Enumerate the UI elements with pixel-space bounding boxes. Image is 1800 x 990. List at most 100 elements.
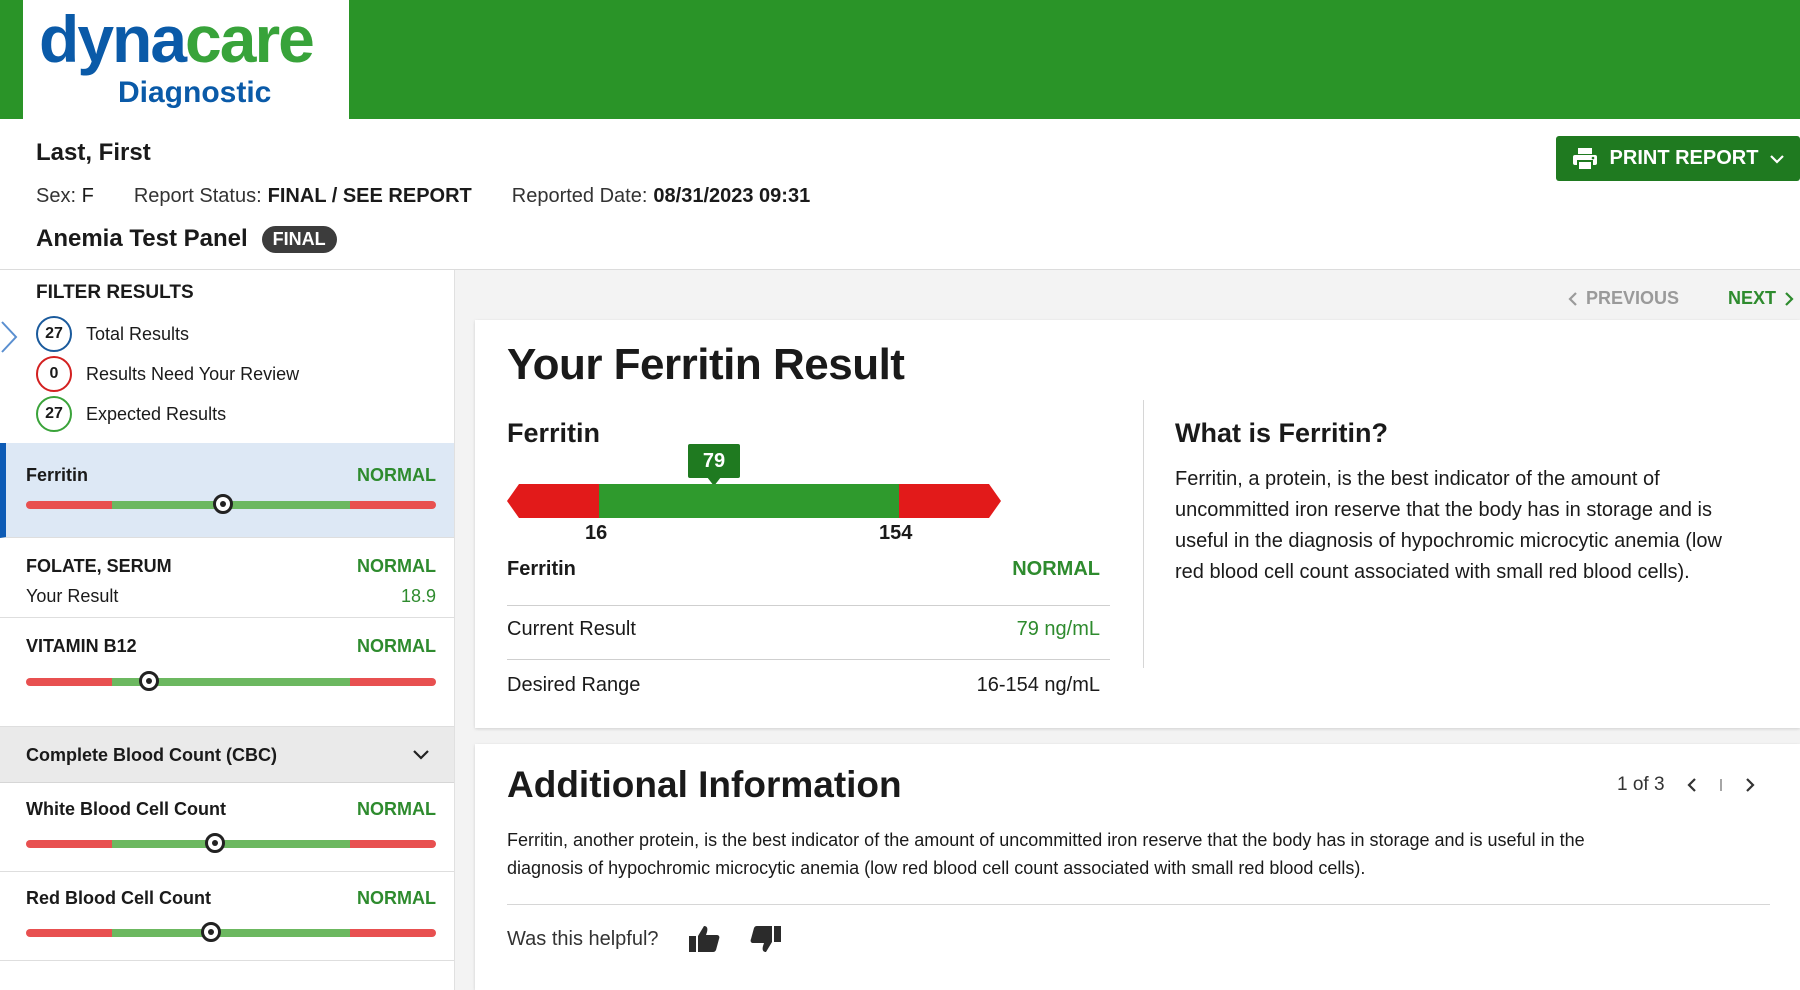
divider xyxy=(507,904,1770,905)
previous-label: PREVIOUS xyxy=(1586,288,1680,308)
range-indicator xyxy=(26,833,436,853)
test-name: White Blood Cell Count xyxy=(26,799,226,819)
filter-label: Results Need Your Review xyxy=(86,363,300,384)
range-normal-segment xyxy=(112,840,350,848)
filter-total-results[interactable]: 27 Total Results xyxy=(36,316,189,352)
column-divider xyxy=(1143,400,1144,668)
additional-info-card: Additional Information 1 of 3 Ferritin, … xyxy=(475,744,1800,990)
test-status: NORMAL xyxy=(357,636,436,656)
results-sidebar: FILTER RESULTS 27 Total Results 0 Result… xyxy=(0,270,455,990)
chevron-right-icon[interactable] xyxy=(1743,777,1757,793)
range-indicator xyxy=(26,922,436,942)
sidebar-item-vitamin-b12[interactable]: VITAMIN B12 NORMAL xyxy=(0,618,454,727)
logo-subtitle: Diagnostic xyxy=(118,76,272,109)
what-is-title: What is Ferritin? xyxy=(1175,418,1389,448)
cbc-group-title: Complete Blood Count (CBC) xyxy=(26,745,277,765)
print-report-button[interactable]: PRINT REPORT xyxy=(1556,136,1800,181)
final-badge: FINAL xyxy=(261,225,337,253)
report-status-value: FINAL / SEE REPORT xyxy=(267,185,472,207)
range-low-segment xyxy=(26,929,112,937)
page-indicator: 1 of 3 xyxy=(1617,774,1665,795)
sex-label: Sex: xyxy=(36,185,77,207)
result-card: Your Ferritin Result Ferritin 79 16 154 … xyxy=(475,320,1800,728)
top-header-bar: dynacare Diagnostic xyxy=(0,0,1800,119)
chevron-left-icon[interactable] xyxy=(1685,777,1699,793)
helpful-label: Was this helpful? xyxy=(507,927,659,950)
reported-date-value: 08/31/2023 09:31 xyxy=(653,185,811,207)
chevron-left-icon xyxy=(1568,291,1577,306)
range-high-segment xyxy=(350,678,436,686)
range-marker xyxy=(212,494,233,514)
patient-header: Last, First Sex: F Report Status: FINAL /… xyxy=(0,119,1800,270)
filter-results-heading: FILTER RESULTS xyxy=(36,282,194,303)
feedback-row: Was this helpful? xyxy=(507,924,783,954)
next-button[interactable]: NEXT xyxy=(1728,288,1794,309)
chevron-down-icon xyxy=(413,750,429,760)
desired-range-label: Desired Range xyxy=(507,674,641,696)
printer-icon xyxy=(1572,147,1597,171)
range-high-segment xyxy=(350,501,436,509)
range-normal-segment xyxy=(112,929,350,937)
result-range-bar xyxy=(507,484,1001,518)
range-low-segment xyxy=(26,678,112,686)
desired-range-row: Desired Range 16-154 ng/mL xyxy=(507,674,1110,704)
current-result-label: Current Result xyxy=(507,618,636,640)
result-value: 18.9 xyxy=(400,586,436,606)
test-status: NORMAL xyxy=(357,888,436,908)
what-is-text: Ferritin, a protein, is the best indicat… xyxy=(1175,468,1722,583)
test-name: Ferritin xyxy=(26,465,89,485)
filter-label: Total Results xyxy=(86,323,190,344)
logo-wordmark: dynacare xyxy=(39,2,315,76)
range-high-label: 154 xyxy=(879,522,913,544)
range-high-segment xyxy=(899,484,1001,518)
report-status-label: Report Status: xyxy=(133,185,262,207)
report-meta: Sex: F Report Status: FINAL / SEE REPORT … xyxy=(36,185,810,208)
range-marker xyxy=(204,833,225,853)
thumbs-up-icon[interactable] xyxy=(687,924,721,954)
next-label: NEXT xyxy=(1728,288,1777,308)
reported-date-label: Reported Date: xyxy=(511,185,648,207)
expected-count-badge: 27 xyxy=(36,396,72,432)
sidebar-item-white-blood-cell-count[interactable]: White Blood Cell Count NORMAL xyxy=(0,783,454,872)
range-indicator xyxy=(26,671,436,691)
result-value-marker: 79 xyxy=(688,444,740,486)
test-status: NORMAL xyxy=(357,556,436,576)
patient-name: Last, First xyxy=(36,139,151,166)
range-normal-segment xyxy=(599,484,899,518)
chevron-down-icon xyxy=(1770,154,1785,164)
range-low-label: 16 xyxy=(585,522,608,544)
range-indicator xyxy=(26,494,436,514)
current-result-value: 79 ng/mL xyxy=(1016,618,1100,640)
test-status: NORMAL xyxy=(357,465,436,485)
result-label: Your Result xyxy=(26,586,119,606)
filter-expected-results[interactable]: 27 Expected Results xyxy=(36,396,226,432)
range-low-segment xyxy=(26,840,112,848)
cbc-group-header[interactable]: Complete Blood Count (CBC) xyxy=(0,727,454,783)
sex-value: F xyxy=(81,185,94,207)
sidebar-item-ferritin[interactable]: Ferritin NORMAL xyxy=(0,443,454,538)
result-heading: Your Ferritin Result xyxy=(507,340,905,389)
additional-info-text: Ferritin, another protein, is the best i… xyxy=(507,830,1585,878)
chevron-right-icon xyxy=(1785,291,1794,306)
test-status: NORMAL xyxy=(357,799,436,819)
thumbs-down-icon[interactable] xyxy=(749,924,783,954)
filter-need-review[interactable]: 0 Results Need Your Review xyxy=(36,356,299,392)
additional-info-title: Additional Information xyxy=(507,764,902,805)
additional-info-pager: 1 of 3 xyxy=(1617,774,1757,796)
range-marker xyxy=(139,671,159,691)
range-high-segment xyxy=(350,929,436,937)
filter-label: Expected Results xyxy=(86,403,227,424)
panel-title-text: Anemia Test Panel xyxy=(36,225,248,252)
result-row-status: NORMAL xyxy=(1012,558,1100,580)
review-count-badge: 0 xyxy=(36,356,72,392)
sidebar-item-red-blood-cell-count[interactable]: Red Blood Cell Count NORMAL xyxy=(0,872,454,961)
brand-logo[interactable]: dynacare Diagnostic xyxy=(23,0,349,119)
range-marker xyxy=(200,922,221,942)
print-report-label: PRINT REPORT xyxy=(1609,147,1759,169)
previous-button[interactable]: PREVIOUS xyxy=(1568,288,1679,309)
result-test-name: Ferritin xyxy=(507,418,601,448)
desired-range-value: 16-154 ng/mL xyxy=(976,674,1100,696)
panel-title: Anemia Test Panel FINAL xyxy=(36,225,337,253)
current-result-row: Current Result 79 ng/mL xyxy=(507,618,1110,660)
sidebar-item-folate-serum[interactable]: FOLATE, SERUM NORMAL Your Result 18.9 xyxy=(0,538,454,618)
